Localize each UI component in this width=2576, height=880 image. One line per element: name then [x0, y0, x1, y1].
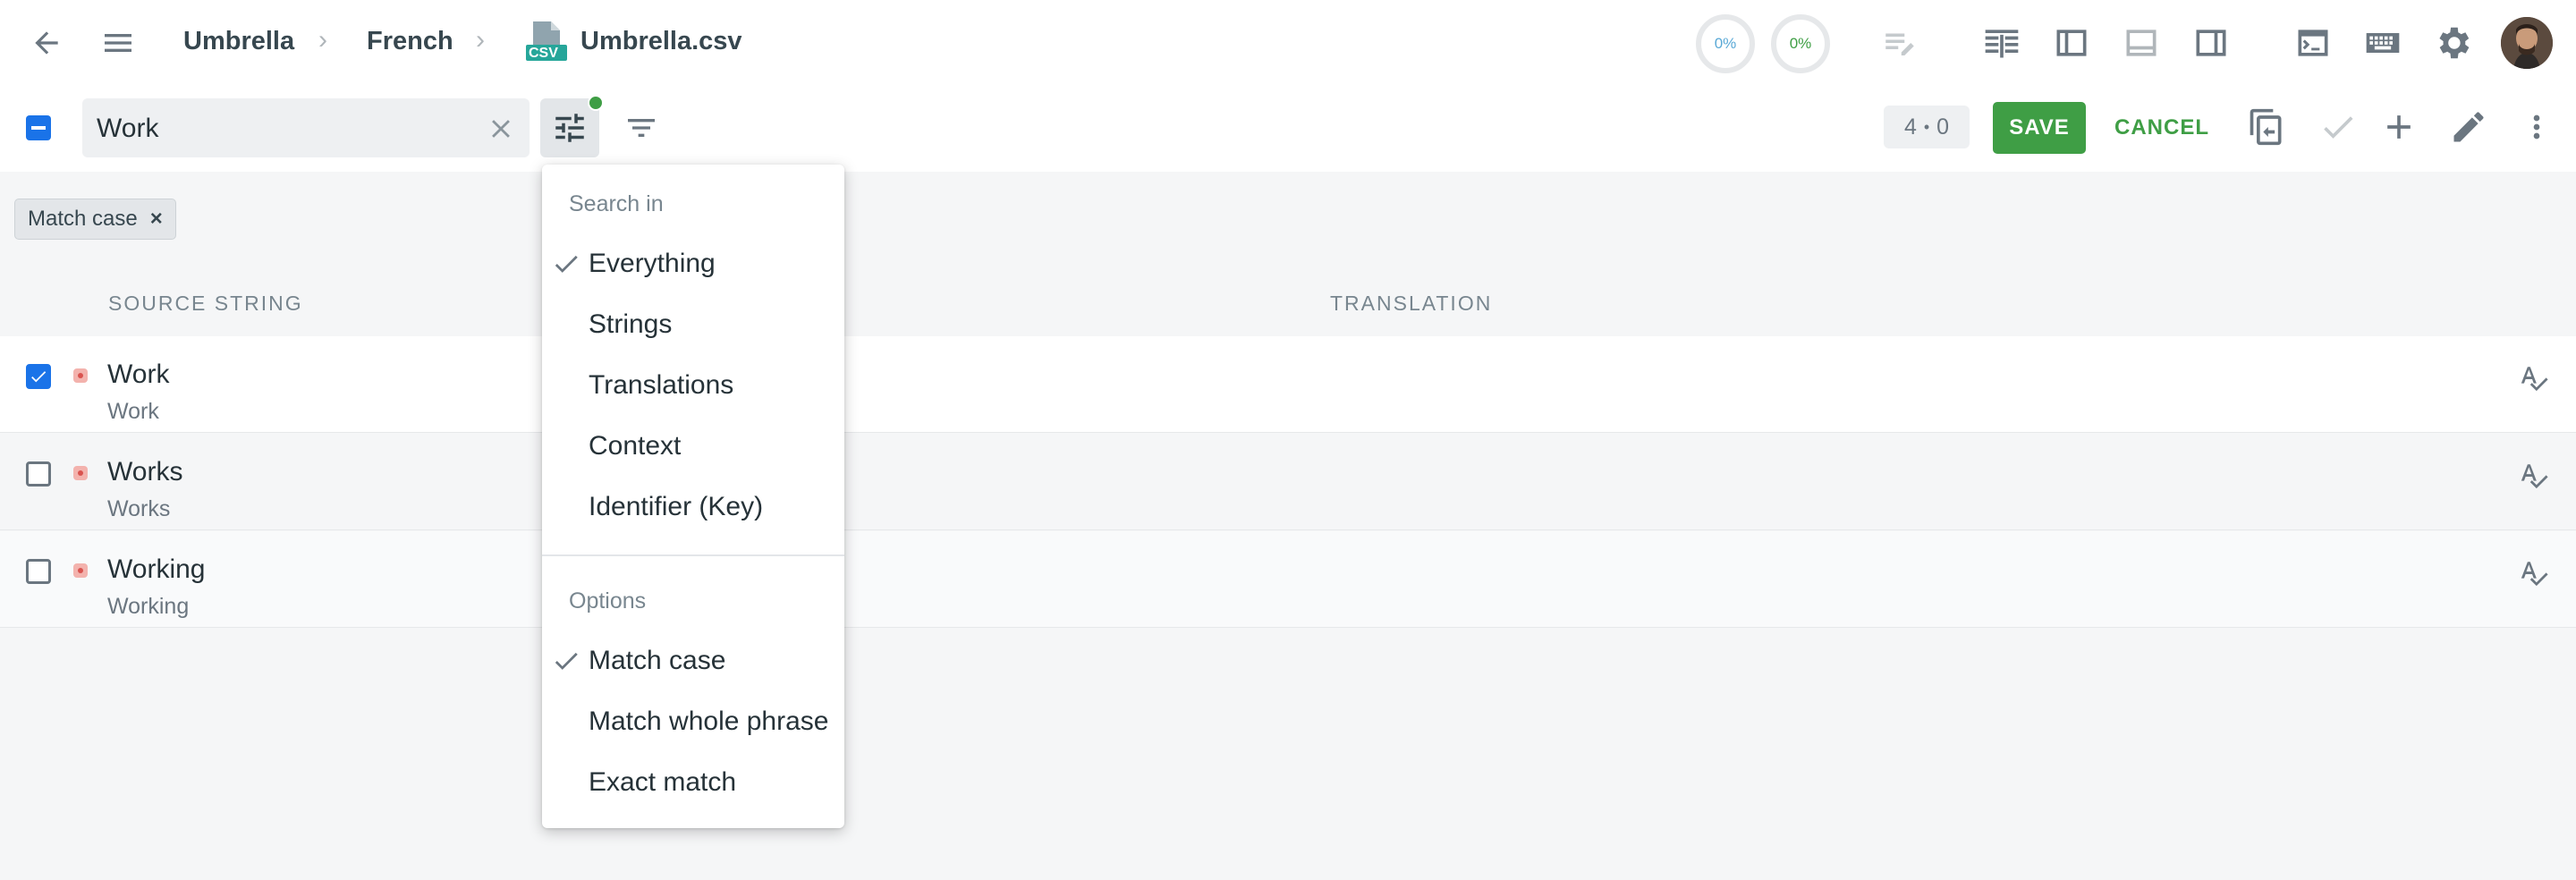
column-header-translation: TRANSLATION [1330, 292, 1493, 315]
breadcrumb-file[interactable]: Umbrella.csv [580, 27, 742, 56]
filter-icon[interactable] [621, 107, 662, 148]
check-icon [555, 255, 578, 273]
menu-item-label: Match whole phrase [589, 707, 829, 736]
approved-progress-label: 0% [1789, 35, 1812, 52]
side-by-side-view-icon[interactable] [1980, 21, 2023, 64]
translated-progress-label: 0% [1714, 35, 1737, 52]
untranslated-status-icon [73, 368, 88, 383]
spellcheck-icon[interactable] [2519, 461, 2549, 495]
counter-separator: • [1923, 117, 1930, 136]
source-string-text: Work [107, 360, 170, 389]
menu-item-match-case[interactable]: Match case [542, 633, 844, 689]
filter-chip-close-icon[interactable]: × [150, 207, 163, 232]
source-string-text: Works [107, 457, 183, 487]
menu-item-translations[interactable]: Translations [542, 358, 844, 413]
search-input-value[interactable]: Work [97, 114, 158, 144]
search-in-header: Search in [569, 191, 664, 216]
column-header-source: SOURCE STRING [108, 292, 303, 315]
translated-progress: 0% [1696, 14, 1755, 73]
source-string-context: Works [107, 496, 171, 521]
menu-icon[interactable] [97, 23, 140, 63]
untranslated-status-icon [73, 563, 88, 578]
menu-divider [542, 554, 844, 556]
csv-badge-label: CSV [529, 46, 558, 61]
add-icon[interactable] [2377, 106, 2420, 148]
spellcheck-icon[interactable] [2519, 363, 2549, 398]
row-checkbox[interactable] [26, 461, 51, 487]
filter-chip-label: Match case [28, 207, 138, 231]
approved-progress: 0% [1771, 14, 1830, 73]
save-button[interactable]: SAVE [1993, 102, 2086, 154]
back-arrow-icon[interactable] [27, 23, 66, 63]
approve-check-icon[interactable] [2317, 106, 2360, 148]
search-options-menu: Search in Everything Strings Translation… [542, 165, 844, 828]
csv-file-icon: CSV [526, 20, 567, 63]
filter-chip-match-case: Match case × [14, 199, 176, 240]
counter-left: 4 [1903, 114, 1917, 140]
breadcrumb-project[interactable]: Umbrella [183, 27, 294, 56]
menu-item-identifier-key[interactable]: Identifier (Key) [542, 479, 844, 535]
avatar[interactable] [2501, 17, 2553, 69]
right-panel-icon[interactable] [2190, 21, 2233, 64]
menu-item-exact-match[interactable]: Exact match [542, 755, 844, 810]
row-checkbox[interactable] [26, 364, 51, 389]
editor-toolbar: Work 4 • 0 SAVE CANCEL [0, 84, 2576, 172]
row-checkbox[interactable] [26, 559, 51, 584]
copy-source-icon[interactable] [2245, 106, 2288, 148]
more-vert-icon[interactable] [2519, 106, 2555, 148]
menu-item-everything[interactable]: Everything [542, 236, 844, 292]
table-row[interactable]: Working Working [0, 531, 2576, 628]
menu-item-strings[interactable]: Strings [542, 297, 844, 352]
menu-item-label: Context [589, 431, 682, 461]
check-icon [555, 652, 578, 670]
menu-item-label: Strings [589, 309, 673, 339]
left-panel-icon[interactable] [2050, 21, 2093, 64]
untranslated-status-icon [73, 466, 88, 480]
menu-item-label: Identifier (Key) [589, 492, 764, 521]
clear-search-icon[interactable] [483, 111, 519, 147]
bottom-panel-icon[interactable] [2120, 21, 2163, 64]
search-input[interactable]: Work [82, 98, 530, 157]
terminal-icon[interactable] [2292, 21, 2334, 64]
menu-item-label: Translations [589, 370, 734, 400]
keyboard-icon[interactable] [2361, 21, 2404, 64]
top-bar: Umbrella › French › CSV Umbrella.csv 0% … [0, 0, 2576, 84]
source-string-context: Working [107, 594, 190, 619]
gear-icon[interactable] [2431, 21, 2474, 64]
tune-icon [555, 114, 584, 142]
menu-item-context[interactable]: Context [542, 419, 844, 474]
menu-item-match-whole-phrase[interactable]: Match whole phrase [542, 694, 844, 749]
chevron-right-icon: › [476, 25, 485, 55]
table-row[interactable]: Works Works [0, 434, 2576, 530]
menu-item-label: Everything [589, 249, 716, 278]
menu-item-label: Match case [589, 646, 726, 675]
table-row[interactable]: Work Work [0, 336, 2576, 433]
breadcrumb-language[interactable]: French [367, 27, 453, 56]
options-header: Options [569, 588, 647, 613]
cancel-button[interactable]: CANCEL [2107, 102, 2216, 154]
selection-counter: 4 • 0 [1884, 106, 1970, 148]
source-string-text: Working [107, 554, 206, 584]
counter-right: 0 [1936, 114, 1950, 140]
menu-item-label: Exact match [589, 767, 737, 797]
pencil-icon[interactable] [2447, 106, 2490, 148]
filter-active-dot [588, 95, 604, 111]
select-all-checkbox[interactable] [26, 115, 51, 140]
source-string-context: Work [107, 399, 159, 424]
edit-notes-icon[interactable] [1878, 21, 1921, 64]
spellcheck-icon[interactable] [2519, 558, 2549, 593]
chevron-right-icon: › [318, 25, 327, 55]
